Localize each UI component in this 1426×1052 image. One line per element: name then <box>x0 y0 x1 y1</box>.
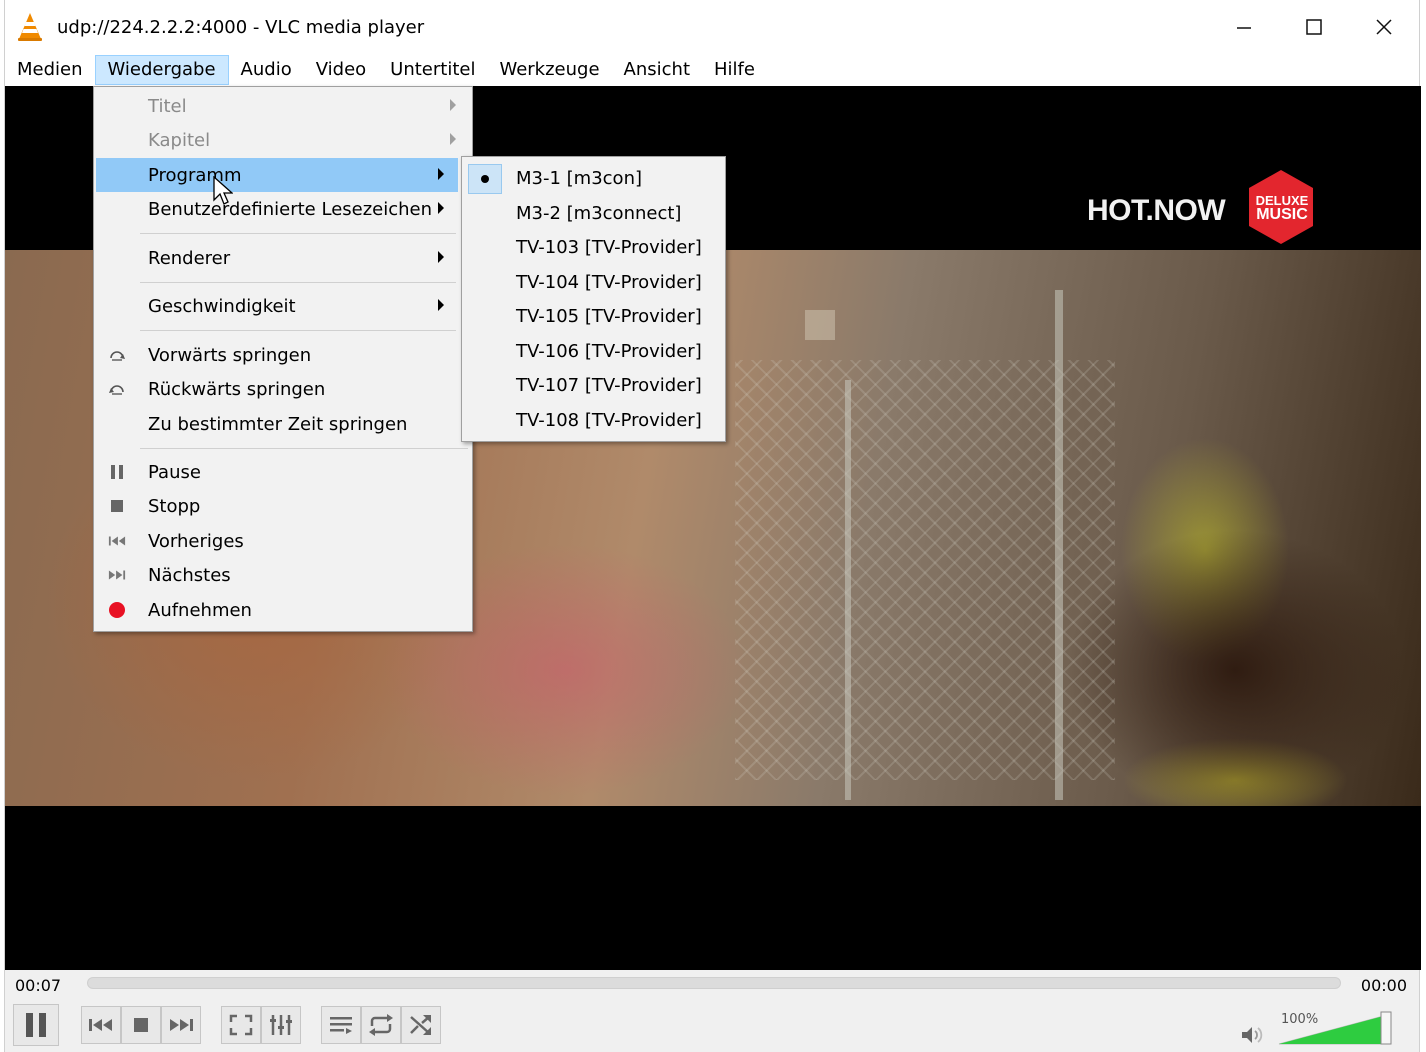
menu-item-titel[interactable]: Titel <box>96 89 470 123</box>
menu-separator <box>140 448 468 449</box>
play-pause-button[interactable] <box>13 1004 59 1046</box>
close-icon <box>1376 19 1392 35</box>
program-item-tv-104[interactable]: TV-104 [TV-Provider] <box>464 265 722 299</box>
submenu-arrow-icon <box>438 251 444 263</box>
stop-button[interactable] <box>121 1006 161 1044</box>
menu-item-pause[interactable]: Pause <box>96 455 470 489</box>
menu-item-naechstes[interactable]: Nächstes <box>96 558 470 592</box>
previous-icon <box>108 532 126 550</box>
next-icon <box>108 566 126 584</box>
submenu-arrow-icon <box>450 133 456 145</box>
program-item-m3-2[interactable]: M3-2 [m3connect] <box>464 196 722 230</box>
menu-item-vorwaerts-springen[interactable]: Vorwärts springen <box>96 338 470 372</box>
remaining-time[interactable]: 00:00 <box>1361 976 1407 995</box>
menu-untertitel[interactable]: Untertitel <box>378 55 487 85</box>
volume-percentage: 100% <box>1281 1012 1319 1027</box>
fence-pole <box>1055 290 1063 800</box>
volume-slider-knob[interactable] <box>1380 1011 1392 1045</box>
submenu-arrow-icon <box>450 99 456 111</box>
menu-hilfe[interactable]: Hilfe <box>702 55 767 85</box>
close-button[interactable] <box>1349 0 1419 54</box>
menu-item-programm[interactable]: Programm <box>96 158 458 192</box>
fullscreen-icon <box>229 1014 253 1036</box>
menu-separator <box>140 282 456 283</box>
title-bar[interactable]: udp://224.2.2.2:4000 - VLC media player <box>5 0 1419 54</box>
playlist-icon <box>330 1017 352 1034</box>
lamp-graphic <box>805 310 835 340</box>
menu-item-lesezeichen[interactable]: Benutzerdefinierte Lesezeichen <box>96 192 458 226</box>
submenu-arrow-icon <box>438 299 444 311</box>
menu-separator <box>140 233 456 234</box>
program-item-tv-108[interactable]: TV-108 [TV-Provider] <box>464 403 722 437</box>
selected-radio-indicator <box>468 164 502 194</box>
fence-pole <box>845 380 851 800</box>
vlc-window: udp://224.2.2.2:4000 - VLC media player … <box>4 0 1421 1052</box>
speaker-icon[interactable] <box>1241 1026 1265 1044</box>
program-item-m3-1[interactable]: M3-1 [m3con] <box>464 161 722 195</box>
channel-logo-text: HOT.NOW <box>1087 194 1226 227</box>
extended-settings-button[interactable] <box>261 1006 301 1044</box>
seek-slider[interactable] <box>87 977 1341 989</box>
menu-item-aufnehmen[interactable]: Aufnehmen <box>96 593 470 627</box>
menu-item-rueckwaerts-springen[interactable]: Rückwärts springen <box>96 372 470 406</box>
vlc-cone-icon <box>17 12 43 42</box>
mouse-cursor-icon <box>213 176 233 205</box>
menu-item-vorheriges[interactable]: Vorheriges <box>96 524 470 558</box>
fullscreen-button[interactable] <box>221 1006 261 1044</box>
jump-backward-icon <box>108 380 126 398</box>
submenu-arrow-icon <box>438 168 444 180</box>
minimize-icon <box>1237 27 1251 29</box>
maximize-button[interactable] <box>1279 0 1349 54</box>
menu-item-geschwindigkeit[interactable]: Geschwindigkeit <box>96 289 458 323</box>
jump-forward-icon <box>108 346 126 364</box>
radio-dot-icon <box>481 175 489 183</box>
shuffle-icon <box>410 1015 431 1035</box>
program-item-tv-105[interactable]: TV-105 [TV-Provider] <box>464 299 722 333</box>
pause-icon <box>108 463 126 481</box>
elapsed-time: 00:07 <box>15 976 62 995</box>
next-icon <box>170 1019 193 1031</box>
next-button[interactable] <box>161 1006 201 1044</box>
previous-button[interactable] <box>81 1006 121 1044</box>
shuffle-button[interactable] <box>401 1006 441 1044</box>
record-icon <box>108 601 126 619</box>
previous-icon <box>89 1019 112 1031</box>
loop-button[interactable] <box>361 1006 401 1044</box>
stop-icon <box>108 497 126 515</box>
menu-werkzeuge[interactable]: Werkzeuge <box>487 55 611 85</box>
stop-icon <box>134 1018 148 1032</box>
playlist-button[interactable] <box>321 1006 361 1044</box>
loop-icon <box>369 1014 393 1036</box>
menu-separator <box>140 330 456 331</box>
program-item-tv-106[interactable]: TV-106 [TV-Provider] <box>464 334 722 368</box>
menu-wiedergabe[interactable]: Wiedergabe <box>94 55 229 85</box>
pause-icon <box>26 1013 46 1037</box>
program-submenu: M3-1 [m3con] M3-2 [m3connect] TV-103 [TV… <box>461 156 726 442</box>
program-item-tv-103[interactable]: TV-103 [TV-Provider] <box>464 230 722 264</box>
equalizer-sliders-icon <box>270 1015 292 1035</box>
menu-item-renderer[interactable]: Renderer <box>96 241 458 275</box>
playback-controls: 100% <box>5 1000 1419 1052</box>
menu-video[interactable]: Video <box>304 55 378 85</box>
maximize-icon <box>1306 19 1322 35</box>
program-item-tv-107[interactable]: TV-107 [TV-Provider] <box>464 368 722 402</box>
playback-menu: Titel Kapitel Programm Benutzerdefiniert… <box>93 86 473 632</box>
menu-item-zeit-springen[interactable]: Zu bestimmter Zeit springen <box>96 407 470 441</box>
deluxe-music-badge-text: DELUXE MUSIC <box>1255 193 1309 223</box>
menu-ansicht[interactable]: Ansicht <box>612 55 702 85</box>
menu-audio[interactable]: Audio <box>229 55 304 85</box>
menu-item-kapitel[interactable]: Kapitel <box>96 123 470 157</box>
menu-medien[interactable]: Medien <box>5 55 95 85</box>
menu-bar: Medien Wiedergabe Audio Video Untertitel… <box>5 54 1419 86</box>
seek-row: 00:07 00:00 <box>5 970 1419 1000</box>
submenu-arrow-icon <box>438 202 444 214</box>
window-title: udp://224.2.2.2:4000 - VLC media player <box>57 16 425 38</box>
minimize-button[interactable] <box>1209 0 1279 54</box>
menu-item-stopp[interactable]: Stopp <box>96 489 470 523</box>
